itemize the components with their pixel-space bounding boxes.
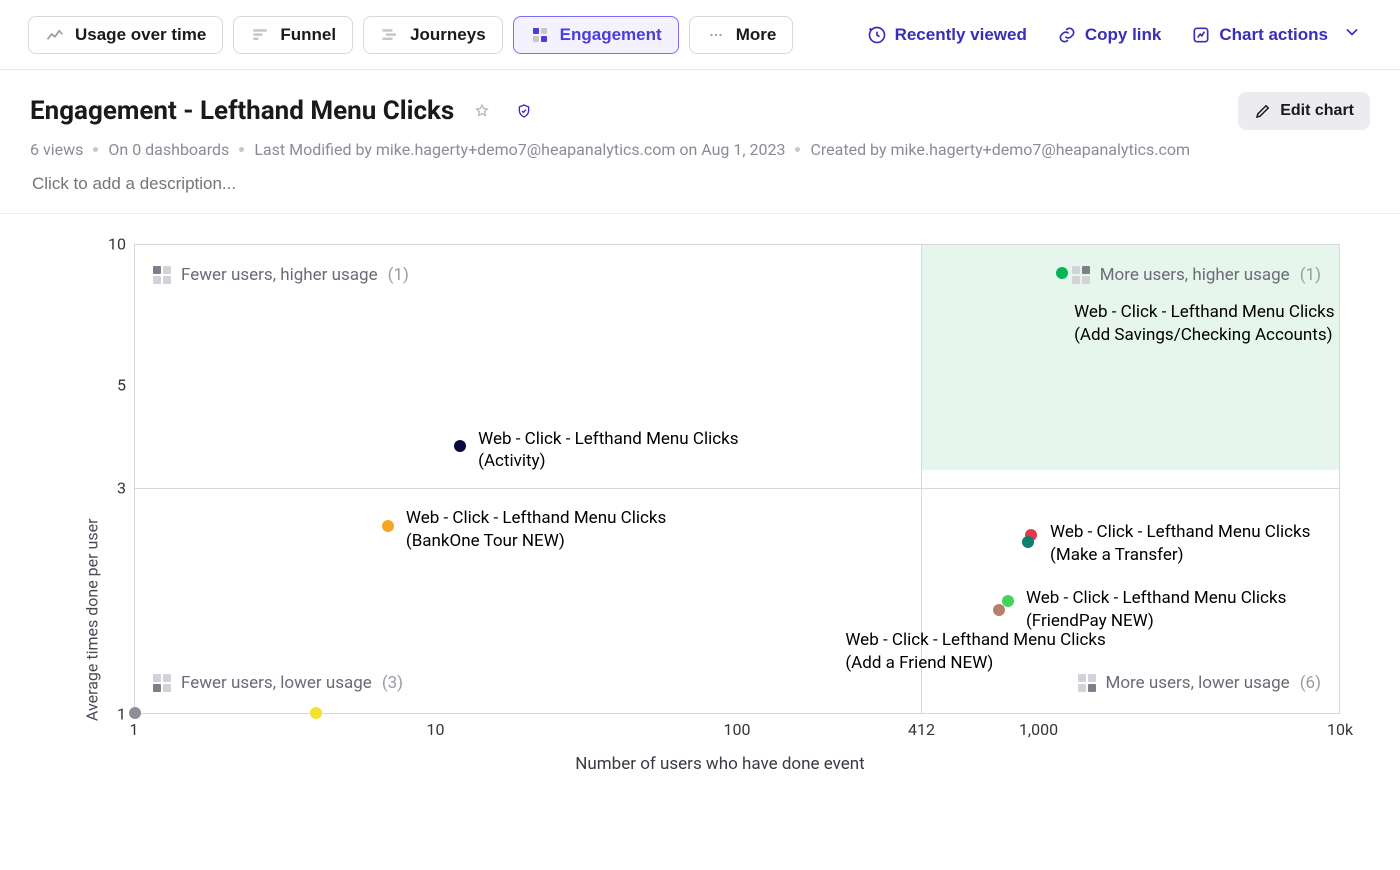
quadrant-label-top-right: More users, higher usage (1) — [1072, 265, 1321, 285]
plot-area: Fewer users, higher usage (1) More users… — [134, 244, 1340, 714]
engagement-icon — [530, 25, 550, 45]
chevron-down-icon — [1342, 22, 1362, 47]
data-point[interactable] — [454, 440, 466, 452]
copy-link-button[interactable]: Copy link — [1047, 17, 1172, 53]
y-axis-label: Average times done per user — [83, 519, 102, 722]
x-tick: 10 — [427, 720, 445, 739]
tab-more[interactable]: More — [689, 16, 794, 54]
meta-views: 6 views — [30, 140, 83, 159]
tab-journeys[interactable]: Journeys — [363, 16, 503, 54]
y-axis-ticks: 10 5 3 1 — [100, 244, 134, 714]
point-label: Web - Click - Lefthand Menu Clicks(Activ… — [478, 428, 738, 474]
data-point[interactable] — [993, 604, 1005, 616]
chart-actions-icon — [1191, 25, 1211, 45]
chart-actions-button[interactable]: Chart actions — [1181, 14, 1372, 55]
ellipsis-icon — [706, 25, 726, 45]
verified-button[interactable] — [510, 97, 538, 125]
data-point[interactable] — [1022, 536, 1034, 548]
tab-toolbar: Usage over time Funnel Journeys Engageme… — [0, 0, 1400, 70]
x-tick: 100 — [724, 720, 751, 739]
page-title: Engagement - Lefthand Menu Clicks — [30, 96, 454, 126]
quadrant-count: (1) — [388, 265, 409, 285]
chart-meta: 6 views On 0 dashboards Last Modified by… — [30, 140, 1370, 159]
meta-modified: Last Modified by mike.hagerty+demo7@heap… — [254, 140, 785, 159]
x-tick: 1 — [130, 720, 139, 739]
quadrant-count: (1) — [1300, 265, 1321, 285]
x-tick: 1,000 — [1019, 720, 1058, 739]
chart-header: Engagement - Lefthand Menu Clicks Edit c… — [0, 70, 1400, 214]
btn-label: Edit chart — [1280, 102, 1354, 120]
data-point[interactable] — [1056, 267, 1068, 279]
quadrant-hline — [135, 488, 1339, 489]
recently-viewed-button[interactable]: Recently viewed — [857, 17, 1037, 53]
journeys-icon — [380, 25, 400, 45]
dot-icon — [795, 147, 800, 152]
quadrant-label-bottom-right: More users, lower usage (6) — [1078, 673, 1321, 693]
y-tick: 5 — [117, 376, 126, 395]
pencil-icon — [1254, 102, 1272, 120]
dot-icon — [93, 147, 98, 152]
clock-icon — [867, 25, 887, 45]
line-chart-icon — [45, 25, 65, 45]
x-axis-label: Number of users who have done event — [100, 754, 1340, 774]
y-tick: 1 — [117, 705, 126, 724]
quadrant-icon — [153, 674, 171, 692]
quadrant-label-bottom-left: Fewer users, lower usage (3) — [153, 673, 403, 693]
tab-label: Funnel — [280, 25, 336, 45]
quadrant-text: More users, higher usage — [1100, 265, 1290, 285]
quadrant-icon — [153, 266, 171, 284]
meta-dashboards: On 0 dashboards — [108, 140, 229, 159]
tab-label: Engagement — [560, 25, 662, 45]
quadrant-label-top-left: Fewer users, higher usage (1) — [153, 265, 409, 285]
x-axis-ticks: 1 10 100 412 1,000 10k — [134, 714, 1340, 742]
tab-funnel[interactable]: Funnel — [233, 16, 353, 54]
quadrant-text: Fewer users, lower usage — [181, 673, 372, 693]
link-icon — [1057, 25, 1077, 45]
quadrant-count: (3) — [382, 673, 403, 693]
engagement-chart: Average times done per user 10 5 3 1 Few… — [0, 214, 1400, 814]
funnel-icon — [250, 25, 270, 45]
y-tick: 10 — [108, 235, 126, 254]
quadrant-count: (6) — [1300, 673, 1321, 693]
x-tick: 412 — [908, 720, 935, 739]
tab-label: More — [736, 25, 777, 45]
meta-created: Created by mike.hagerty+demo7@heapanalyt… — [810, 140, 1190, 159]
btn-label: Chart actions — [1219, 25, 1328, 45]
data-point[interactable] — [382, 520, 394, 532]
quadrant-icon — [1072, 266, 1090, 284]
point-label: Web - Click - Lefthand Menu Clicks(Frien… — [1026, 587, 1286, 633]
y-tick: 3 — [117, 479, 126, 498]
star-button[interactable] — [468, 97, 496, 125]
description-input[interactable] — [30, 173, 430, 195]
point-label: Web - Click - Lefthand Menu Clicks(Add S… — [1074, 301, 1334, 347]
tab-label: Journeys — [410, 25, 486, 45]
tab-engagement[interactable]: Engagement — [513, 16, 679, 54]
tab-usage-over-time[interactable]: Usage over time — [28, 16, 223, 54]
point-label: Web - Click - Lefthand Menu Clicks(Make … — [1050, 521, 1310, 567]
shield-icon — [516, 101, 532, 121]
x-tick: 10k — [1327, 720, 1353, 739]
dot-icon — [239, 147, 244, 152]
quadrant-text: Fewer users, higher usage — [181, 265, 378, 285]
point-label: Web - Click - Lefthand Menu Clicks(Add a… — [845, 629, 1105, 675]
btn-label: Copy link — [1085, 25, 1162, 45]
point-label: Web - Click - Lefthand Menu Clicks(BankO… — [406, 507, 666, 553]
tab-label: Usage over time — [75, 25, 206, 45]
quadrant-icon — [1078, 674, 1096, 692]
btn-label: Recently viewed — [895, 25, 1027, 45]
star-icon — [474, 100, 490, 122]
edit-chart-button[interactable]: Edit chart — [1238, 92, 1370, 130]
quadrant-text: More users, lower usage — [1106, 673, 1290, 693]
